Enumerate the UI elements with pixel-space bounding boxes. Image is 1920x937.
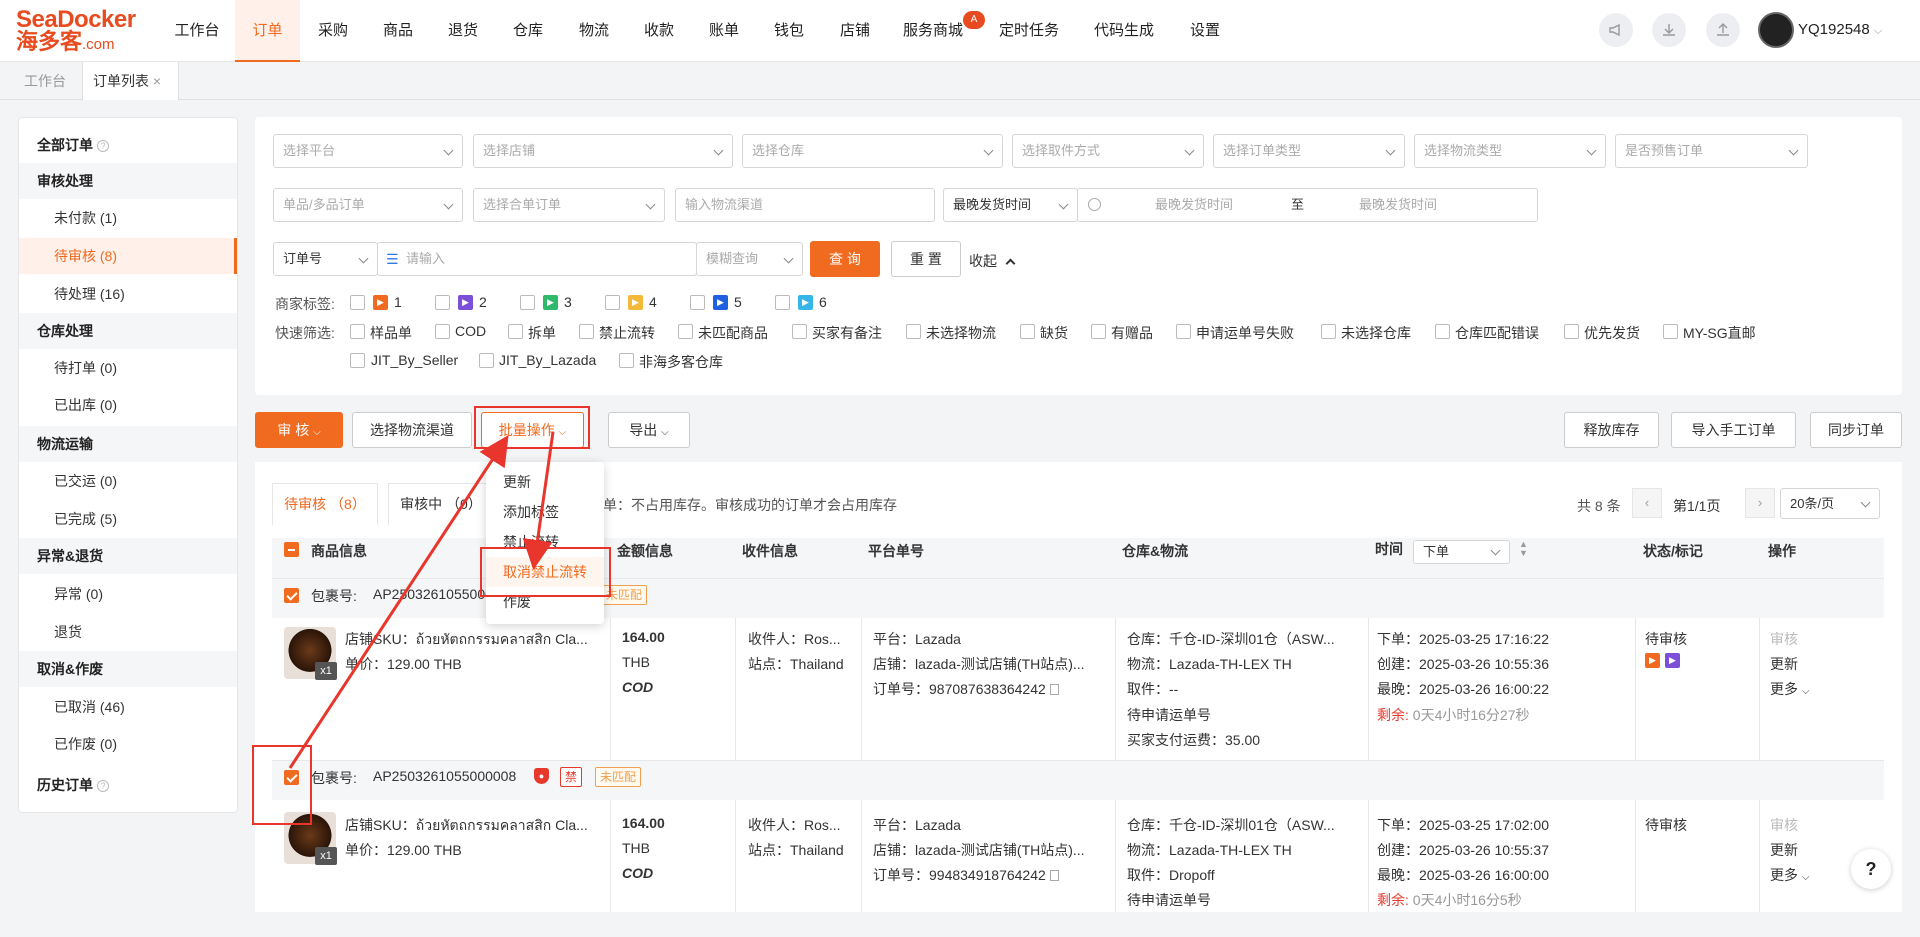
annotation-arrows [288,431,555,769]
help-button[interactable]: ? [1851,849,1891,889]
arrow-to-batch [288,434,509,769]
arrow-to-menu-item [522,431,555,570]
